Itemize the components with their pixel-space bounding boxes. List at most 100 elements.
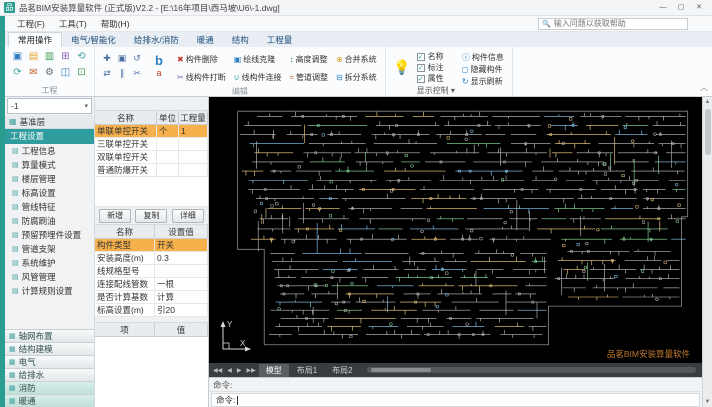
nav-first-icon[interactable]: ◀◀ <box>211 367 224 374</box>
help-search-box[interactable]: 🔍 <box>538 18 688 30</box>
add-button[interactable]: 新增 <box>99 209 131 223</box>
tab-layout2[interactable]: 布局2 <box>325 364 359 377</box>
new-project-icon[interactable]: ▣ <box>10 49 25 64</box>
nav-last-icon[interactable]: ▶▶ <box>244 367 257 374</box>
ribbon-tab-structure[interactable]: 结构 <box>223 33 258 47</box>
collapse-ribbon-button[interactable]: ︿ <box>696 82 712 96</box>
hide-component-button[interactable]: ◻隐藏构件 <box>459 63 507 75</box>
cad-canvas[interactable]: Y X 品茗BIM安装算量软件 <box>209 97 702 363</box>
scroll-down-icon[interactable]: ▼ <box>705 397 711 407</box>
panel-plumbing[interactable]: ▦给排水 <box>5 368 94 381</box>
scrollbar-thumb[interactable] <box>371 368 431 372</box>
bulb-icon[interactable]: 💡 <box>391 51 413 85</box>
ribbon-tab-hvac[interactable]: 暖通 <box>188 33 223 47</box>
copy-icon[interactable]: ▣ <box>115 51 129 65</box>
property-checkbox[interactable]: ✓属性 <box>417 73 455 84</box>
redo-icon[interactable]: ⟳ <box>10 65 25 80</box>
settings-icon[interactable]: ⚙ <box>42 65 57 80</box>
ribbon: ▣ ▤ ▥ ⊞ ⟲ ⟳ ✉ ⚙ ◫ ⊡ 工程 ✚ ▣ ↺ <box>0 47 712 97</box>
property-row[interactable]: 构件类型 开关 <box>95 239 208 252</box>
layer-select[interactable]: -1 ▾ <box>7 98 92 114</box>
base-layer-row[interactable]: ▦ 基准层 <box>5 115 94 129</box>
help-search-input[interactable] <box>554 19 684 28</box>
panel-fire[interactable]: ▦消防 <box>5 381 94 394</box>
split-system-button[interactable]: ⊟拆分系统 <box>333 68 380 86</box>
settings-item-pipe-feature[interactable]: ▤管线特征 <box>5 200 94 214</box>
ribbon-tab-quantity[interactable]: 工程量 <box>258 33 302 47</box>
open-project-icon[interactable]: ▤ <box>26 49 41 64</box>
vertical-scrollbar[interactable]: ▲ ▼ <box>702 97 712 407</box>
tab-layout1[interactable]: 布局1 <box>290 364 324 377</box>
export-icon[interactable]: ✉ <box>26 65 41 80</box>
table-row[interactable]: 三联单控开关 <box>95 138 208 151</box>
command-input[interactable]: 命令: <box>211 393 700 407</box>
trim-icon[interactable]: ✂ <box>130 66 144 80</box>
nav-prev-icon[interactable]: ◀ <box>225 367 234 374</box>
menu-tools[interactable]: 工具(T) <box>52 16 94 32</box>
table-row[interactable]: 单联单控开关 个 1 <box>95 125 208 138</box>
panel-electrical[interactable]: ▦电气 <box>5 355 94 368</box>
save-project-icon[interactable]: ▥ <box>42 49 57 64</box>
window-icon[interactable]: ◫ <box>58 65 73 80</box>
panel-grid-layout[interactable]: ▦轴网布置 <box>5 329 94 342</box>
menu-help[interactable]: 帮助(H) <box>94 16 137 32</box>
minimize-button[interactable]: — <box>654 1 672 15</box>
close-button[interactable]: ✕ <box>690 1 708 15</box>
clone-line-button[interactable]: ▣绘线克隆 <box>231 50 285 68</box>
settings-item-pipe-support[interactable]: ▤管道支架 <box>5 242 94 256</box>
settings-item-elevation[interactable]: ▤标高设置 <box>5 186 94 200</box>
text-caret <box>237 396 238 405</box>
table-row[interactable]: 双联单控开关 <box>95 151 208 164</box>
settings-item-system-maintain[interactable]: ▤系统维护 <box>5 256 94 270</box>
undo-icon[interactable]: ⟲ <box>74 49 89 64</box>
settings-item-anticorrosion[interactable]: ▤防腐刷油 <box>5 214 94 228</box>
copy-button[interactable]: 复制 <box>135 209 167 223</box>
maximize-button[interactable]: ▢ <box>672 1 690 15</box>
break-line-button[interactable]: ✂线构件打断 <box>174 68 229 86</box>
merge-system-button[interactable]: ⊕合并系统 <box>333 50 380 68</box>
format-brush-button[interactable]: b a <box>148 51 170 81</box>
adjust-height-button[interactable]: ↕高度调整 <box>287 50 331 68</box>
ribbon-tab-common[interactable]: 常用操作 <box>8 32 62 47</box>
calc-icon[interactable]: ⊡ <box>74 65 89 80</box>
ribbon-tab-electrical[interactable]: 电气/智能化 <box>62 33 125 47</box>
panel-hvac[interactable]: ▦暖通 <box>5 394 94 407</box>
scrollbar-thumb[interactable] <box>705 109 711 155</box>
refresh-display-button[interactable]: ↻显示刷新 <box>459 75 507 87</box>
tab-model[interactable]: 模型 <box>259 364 289 377</box>
component-info-button[interactable]: ⓘ构件信息 <box>459 51 507 63</box>
panel-structure-model[interactable]: ▦结构建模 <box>5 342 94 355</box>
settings-item-embedded-parts[interactable]: ▤预留预埋件设置 <box>5 228 94 242</box>
property-row[interactable]: 连接配线管数 一根 <box>95 278 208 291</box>
import-cad-icon[interactable]: ⊞ <box>58 49 73 64</box>
settings-item-calc-rules[interactable]: ▤计算规则设置 <box>5 284 94 298</box>
label-checkbox[interactable]: ✓标注 <box>417 62 455 73</box>
settings-item-duct-manage[interactable]: ▤风管管理 <box>5 270 94 284</box>
menu-project[interactable]: 工程(F) <box>10 16 52 32</box>
display-control-dropdown[interactable]: 显示控制 ▾ <box>417 85 455 96</box>
delete-component-button[interactable]: ✖构件删除 <box>174 50 229 68</box>
mirror-icon[interactable]: ⇄ <box>100 66 114 80</box>
property-row[interactable]: 是否计算基数 计算 <box>95 291 208 304</box>
move-icon[interactable]: ✚ <box>100 51 114 65</box>
property-row[interactable]: 标高设置(m) 引20 <box>95 304 208 317</box>
menubar: 工程(F) 工具(T) 帮助(H) 🔍 <box>0 16 712 32</box>
connect-line-button[interactable]: ∪线构件连接 <box>231 68 285 86</box>
layer-icon: ▦ <box>9 358 16 366</box>
scroll-up-icon[interactable]: ▲ <box>705 97 711 107</box>
settings-item-quantity-mode[interactable]: ▤算量模式 <box>5 158 94 172</box>
rotate-icon[interactable]: ↺ <box>130 51 144 65</box>
property-row[interactable]: 线规格型号 <box>95 265 208 278</box>
adjust-pipe-button[interactable]: ≈管道调整 <box>287 68 331 86</box>
settings-item-floor-manage[interactable]: ▤楼层管理 <box>5 172 94 186</box>
nav-next-icon[interactable]: ▶ <box>235 367 244 374</box>
offset-icon[interactable]: ∥ <box>115 66 129 80</box>
detail-button[interactable]: 详细 <box>172 209 204 223</box>
horizontal-scrollbar[interactable] <box>367 367 696 373</box>
table-row[interactable]: 普通防爆开关 <box>95 164 208 177</box>
name-checkbox[interactable]: ✓名称 <box>417 51 455 62</box>
property-row[interactable]: 安装高度(m) 0.3 <box>95 252 208 265</box>
settings-item-project-info[interactable]: ▤工程信息 <box>5 144 94 158</box>
ribbon-tab-plumbing[interactable]: 给排水/消防 <box>125 33 188 47</box>
document-icon: ▤ <box>12 175 19 183</box>
